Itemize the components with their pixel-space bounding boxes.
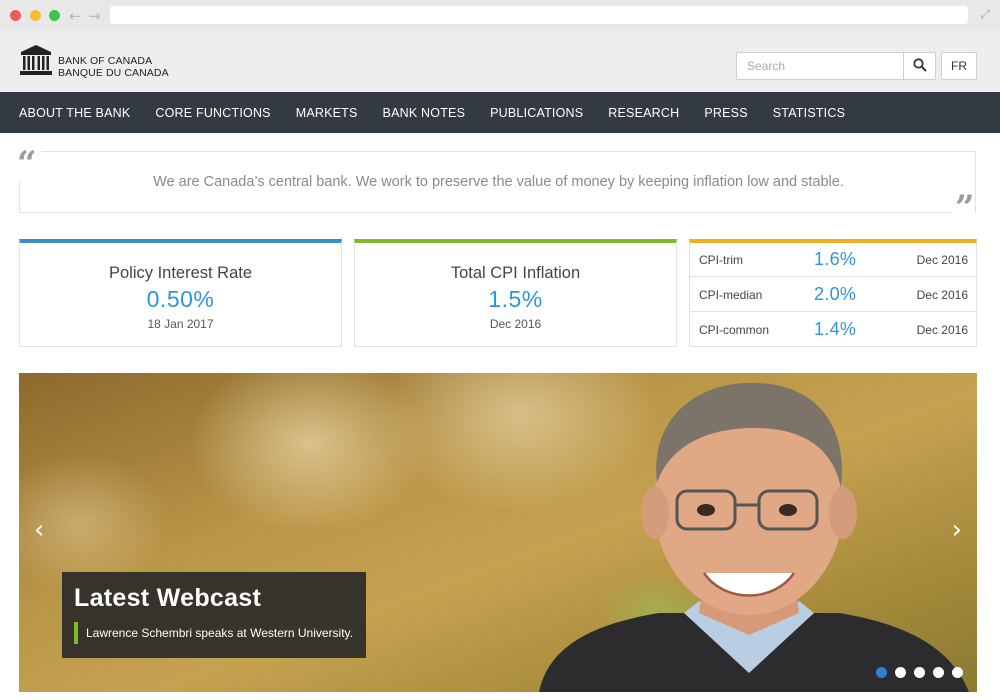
carousel-dot-5[interactable] [952,667,963,678]
main-navigation: ABOUT THE BANK CORE FUNCTIONS MARKETS BA… [0,92,1000,133]
cpi-common-row[interactable]: CPI-common 1.4% Dec 2016 [690,313,976,347]
cpi-inflation-card[interactable]: Total CPI Inflation 1.5% Dec 2016 [354,239,677,347]
webcast-caption[interactable]: Latest Webcast Lawrence Schembri speaks … [62,572,366,658]
cpi-trim-row[interactable]: CPI-trim 1.6% Dec 2016 [690,243,976,277]
cpi-row-value: 1.6% [814,249,857,269]
policy-rate-date: 18 Jan 2017 [147,317,214,331]
policy-rate-card[interactable]: Policy Interest Rate 0.50% 18 Jan 2017 [19,239,342,347]
nav-core-functions[interactable]: CORE FUNCTIONS [155,106,270,120]
bank-name-english: BANK OF CANADA [58,55,153,67]
cpi-inflation-date: Dec 2016 [489,317,542,331]
search-icon [912,57,927,72]
cpi-row-date: Dec 2016 [916,253,968,267]
mission-quote-text: We are Canada’s central bank. We work to… [153,174,844,190]
nav-about-the-bank[interactable]: ABOUT THE BANK [19,106,130,120]
carousel-pagination [868,667,963,678]
cpi-row-value: 1.4% [814,319,857,339]
carousel-dot-3[interactable] [914,667,925,678]
search-input[interactable] [736,52,904,80]
chevron-left-icon[interactable]: ‹ [34,515,44,545]
caption-accent-bar [74,622,78,644]
site-header: BANK OF CANADA BANQUE DU CANADA FR [0,31,1000,92]
hero-carousel: ‹ › Latest Webcast Lawrence Schembri spe… [19,373,977,692]
address-bar[interactable] [110,6,968,24]
chevron-right-icon[interactable]: › [952,515,962,545]
carousel-dot-4[interactable] [933,667,944,678]
bank-name-french: BANQUE DU CANADA [58,67,169,79]
nav-press[interactable]: PRESS [704,106,747,120]
forward-arrow-icon[interactable]: → [88,7,101,25]
page: BANK OF CANADA BANQUE DU CANADA FR ABOUT… [0,31,1000,700]
close-quote-icon: ” [952,191,975,225]
cpi-row-name: CPI-median [699,288,763,302]
cpi-median-row[interactable]: CPI-median 2.0% Dec 2016 [690,278,976,312]
cpi-row-value: 2.0% [814,284,857,304]
cpi-row-name: CPI-common [699,323,770,337]
policy-rate-title: Policy Interest Rate [108,264,253,282]
bank-building-logo-icon[interactable] [19,43,53,77]
cpi-row-date: Dec 2016 [916,288,968,302]
close-window-button[interactable] [10,10,21,21]
search-button[interactable] [903,52,936,80]
carousel-dot-2[interactable] [895,667,906,678]
speaker-photo [539,382,969,692]
nav-research[interactable]: RESEARCH [608,106,679,120]
core-cpi-card: CPI-trim 1.6% Dec 2016 CPI-median 2.0% D… [689,239,977,347]
cpi-row-name: CPI-trim [699,253,743,267]
caption-subtitle[interactable]: Lawrence Schembri speaks at Western Univ… [86,626,353,640]
nav-bank-notes[interactable]: BANK NOTES [383,106,466,120]
back-arrow-icon[interactable]: ← [69,7,82,25]
browser-chrome: ← → ⤢ [0,0,1000,31]
nav-publications[interactable]: PUBLICATIONS [490,106,583,120]
open-quote-icon: “ [17,147,41,181]
caption-title: Latest Webcast [74,584,262,612]
language-toggle-button[interactable]: FR [941,52,977,80]
nav-statistics[interactable]: STATISTICS [773,106,845,120]
cpi-row-date: Dec 2016 [916,323,968,337]
maximize-window-button[interactable] [49,10,60,21]
mission-quote: We are Canada’s central bank. We work to… [19,151,976,213]
policy-rate-value: 0.50% [146,286,215,312]
nav-markets[interactable]: MARKETS [296,106,358,120]
cpi-inflation-title: Total CPI Inflation [450,264,581,282]
expand-icon[interactable]: ⤢ [980,7,990,22]
minimize-window-button[interactable] [30,10,41,21]
bank-name[interactable]: BANK OF CANADA BANQUE DU CANADA [58,55,169,79]
carousel-dot-1[interactable] [876,667,887,678]
cpi-inflation-value: 1.5% [488,286,543,312]
